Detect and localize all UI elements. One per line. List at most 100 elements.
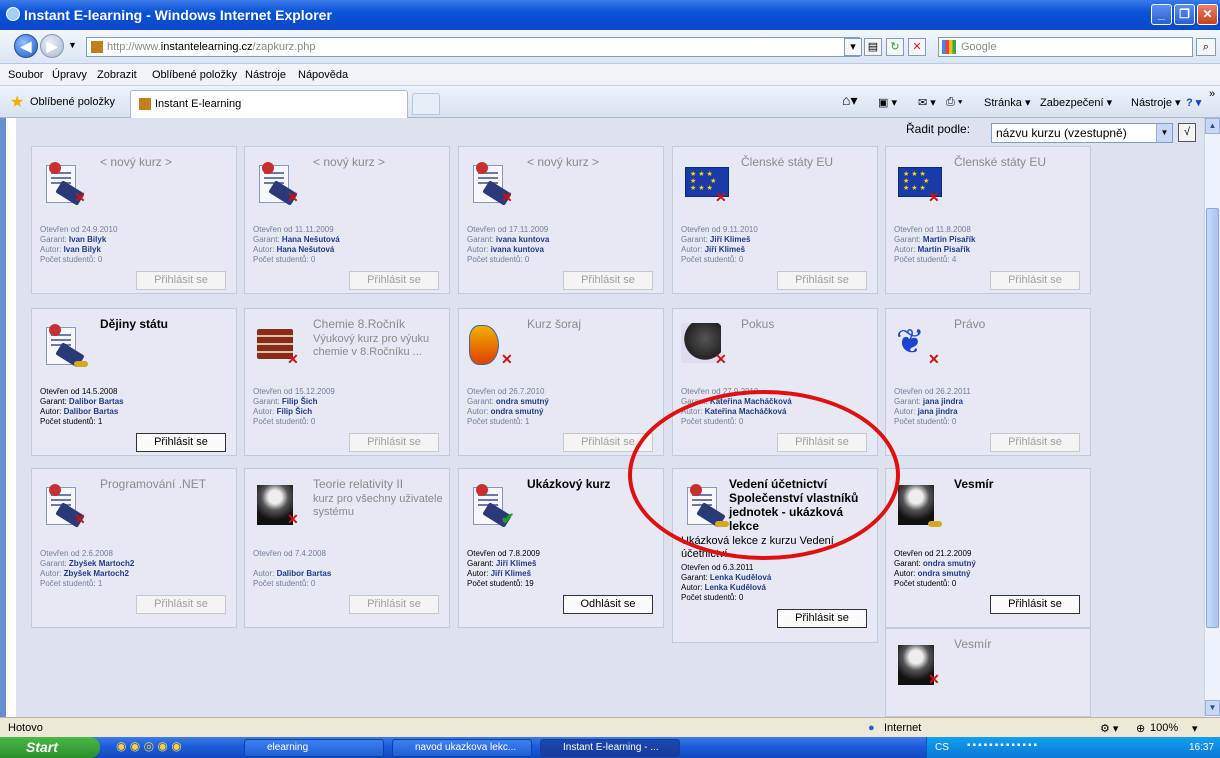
course-icon[interactable]: ✕ xyxy=(253,479,301,527)
enroll-button[interactable]: Přihlásit se xyxy=(990,271,1080,290)
course-icon[interactable] xyxy=(894,479,942,527)
stop-icon[interactable]: ✕ xyxy=(908,38,926,56)
enroll-button[interactable]: Přihlásit se xyxy=(136,433,226,452)
opened-date: Otevřen od 15.12.2009 xyxy=(253,387,335,396)
course-icon[interactable]: ★★★ ★ ★ ★★★ ✕ xyxy=(681,157,729,205)
scroll-thumb[interactable] xyxy=(1206,208,1219,628)
enroll-button[interactable]: Přihlásit se xyxy=(777,609,867,628)
course-icon[interactable]: ★★★ ★ ★ ★★★ ✕ xyxy=(894,157,942,205)
task-instant-elearning[interactable]: Instant E-learning - ... xyxy=(540,739,680,757)
start-button[interactable]: Start xyxy=(0,737,100,758)
minimize-button[interactable]: _ xyxy=(1151,4,1172,25)
search-icon[interactable]: ⌕ xyxy=(1196,38,1216,56)
course-title[interactable]: Právo xyxy=(954,317,1088,331)
course-title[interactable]: Členské státy EU xyxy=(741,155,875,169)
enroll-button[interactable]: Přihlásit se xyxy=(563,271,653,290)
menu-help[interactable]: Nápověda xyxy=(298,69,348,81)
new-tab-button[interactable] xyxy=(412,93,440,115)
course-icon[interactable]: ❦ ✕ xyxy=(894,319,942,367)
safety-menu[interactable]: Zabezpečení ▾ xyxy=(1040,96,1112,109)
scroll-down-button[interactable]: ▼ xyxy=(1205,700,1220,716)
maximize-button[interactable]: ❐ xyxy=(1174,4,1195,25)
address-bar[interactable]: http://www.instantelearning.cz/zapkurz.p… xyxy=(86,37,860,57)
opened-date: Otevřen od 14.5.2008 xyxy=(40,387,118,396)
enroll-button[interactable]: Přihlásit se xyxy=(777,433,867,452)
sort-select[interactable]: názvu kurzu (vzestupně) ▼ xyxy=(991,123,1173,143)
course-icon[interactable] xyxy=(681,479,729,528)
course-title[interactable]: Pokus xyxy=(741,317,875,331)
course-title[interactable]: Vesmír xyxy=(954,477,1088,491)
tray-icons[interactable]: ▪▪▪▪▪▪▪▪▪▪▪▪▪ xyxy=(967,740,1039,751)
home-icon[interactable]: ⌂▾ xyxy=(842,92,857,109)
history-dropdown-icon[interactable]: ▼ xyxy=(68,40,77,50)
tab-instant-elearning[interactable]: Instant E-learning xyxy=(130,90,408,118)
enroll-button[interactable]: Přihlásit se xyxy=(777,271,867,290)
course-title[interactable]: Ukázkový kurz xyxy=(527,477,661,491)
course-title[interactable]: Teorie relativity II xyxy=(313,477,447,491)
course-title[interactable]: Členské státy EU xyxy=(954,155,1088,169)
quicklaunch-icons[interactable]: ◉ ◉ ◎ ◉ ◉ xyxy=(116,739,182,753)
course-title[interactable]: Chemie 8.Ročník xyxy=(313,317,447,331)
menu-view[interactable]: Zobrazit xyxy=(97,69,137,81)
menu-favorites[interactable]: Oblíbené položky xyxy=(152,69,237,81)
tools-menu[interactable]: Nástroje ▾ xyxy=(1131,96,1181,109)
favorites-star-icon[interactable]: ★ xyxy=(10,92,24,112)
enroll-button[interactable]: Přihlásit se xyxy=(136,595,226,614)
enroll-button[interactable]: Přihlásit se xyxy=(563,433,653,452)
zoom-dropdown-icon[interactable]: ▾ xyxy=(1192,722,1198,735)
course-icon[interactable]: ✕ xyxy=(681,319,729,367)
course-title[interactable]: < nový kurz > xyxy=(313,155,447,169)
refresh-icon[interactable]: ↻ xyxy=(886,38,904,56)
course-title[interactable]: < nový kurz > xyxy=(100,155,234,169)
enroll-button[interactable]: Přihlásit se xyxy=(990,595,1080,614)
menu-edit[interactable]: Úpravy xyxy=(52,69,87,81)
course-title[interactable]: Programování .NET xyxy=(100,477,234,491)
course-icon[interactable]: ✕ xyxy=(467,319,515,367)
security-icon[interactable]: ⚙ ▾ xyxy=(1100,722,1118,735)
window-title: Instant E-learning - Windows Internet Ex… xyxy=(24,7,332,23)
course-title[interactable]: Vesmír xyxy=(954,637,1088,651)
scroll-up-button[interactable]: ▲ xyxy=(1205,118,1220,134)
course-title[interactable]: Vedení účetnictví Společenství vlastníků… xyxy=(729,477,875,533)
task-elearning[interactable]: elearning xyxy=(244,739,384,757)
enroll-button[interactable]: Přihlásit se xyxy=(990,433,1080,452)
task-navod[interactable]: navod ukazkova lekc... xyxy=(392,739,532,757)
mail-icon[interactable]: ✉ ▾ xyxy=(918,96,936,109)
course-icon[interactable]: ✕ xyxy=(253,157,301,206)
course-icon[interactable]: ✕ xyxy=(467,157,515,206)
course-icon[interactable]: ✕ xyxy=(253,319,301,367)
language-indicator[interactable]: CS xyxy=(935,742,949,753)
zoom-level[interactable]: 100% xyxy=(1150,722,1178,734)
close-button[interactable]: ✕ xyxy=(1197,4,1218,25)
address-dropdown-icon[interactable]: ▾ xyxy=(844,38,862,56)
unenroll-button[interactable]: Odhlásit se xyxy=(563,595,653,614)
forward-button[interactable]: ▶ xyxy=(40,34,64,58)
enroll-button[interactable]: Přihlásit se xyxy=(349,595,439,614)
vertical-scrollbar[interactable]: ▲ ▼ xyxy=(1204,118,1220,717)
favorites-button[interactable]: Oblíbené položky xyxy=(30,96,115,108)
back-button[interactable]: ◀ xyxy=(14,34,38,58)
menu-tools[interactable]: Nástroje xyxy=(245,69,286,81)
course-icon[interactable]: ✕ xyxy=(40,479,88,528)
menu-file[interactable]: Soubor xyxy=(8,69,43,81)
compat-view-icon[interactable]: ▤ xyxy=(864,38,882,56)
help-icon[interactable]: ? ▾ xyxy=(1186,96,1201,109)
course-icon[interactable]: ✕ xyxy=(40,157,88,206)
page-menu[interactable]: Stránka ▾ xyxy=(984,96,1031,109)
enroll-button[interactable]: Přihlásit se xyxy=(349,433,439,452)
search-input[interactable]: Google xyxy=(938,37,1193,57)
closed-x-icon: ✕ xyxy=(715,351,727,367)
course-title[interactable]: Kurz šoraj xyxy=(527,317,661,331)
enroll-button[interactable]: Přihlásit se xyxy=(136,271,226,290)
course-icon[interactable]: ✕ xyxy=(894,639,942,687)
chevron-more-icon[interactable]: » xyxy=(1209,88,1215,100)
course-icon[interactable]: ✔ xyxy=(467,479,515,528)
print-icon[interactable]: ⎙ ▾ xyxy=(946,96,962,109)
enroll-button[interactable]: Přihlásit se xyxy=(349,271,439,290)
zoom-icon[interactable]: ⊕ xyxy=(1136,722,1145,735)
feeds-icon[interactable]: ▣ ▾ xyxy=(878,96,897,109)
course-title[interactable]: < nový kurz > xyxy=(527,155,661,169)
course-icon[interactable] xyxy=(40,319,88,368)
course-title[interactable]: Dějiny státu xyxy=(100,317,234,331)
sort-apply-button[interactable]: √ xyxy=(1178,123,1196,142)
